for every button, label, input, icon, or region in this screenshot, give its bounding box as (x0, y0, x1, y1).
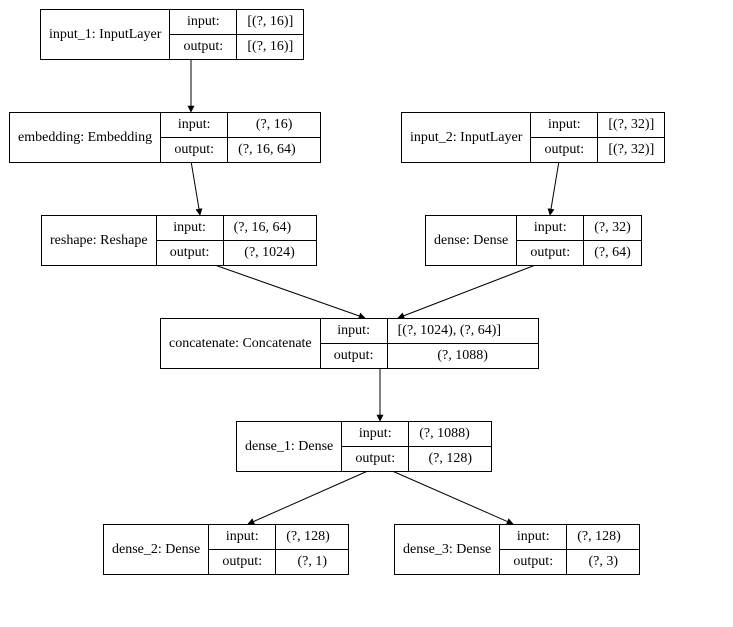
io-label-output: output: (157, 241, 224, 265)
io-value-input: [(?, 1024), (?, 64)] (388, 319, 511, 343)
node-title: dense_3: Dense (395, 525, 500, 574)
io-label-input: input: (321, 319, 388, 343)
io-value-input: [(?, 32)] (598, 113, 664, 137)
io-label-input: input: (342, 422, 409, 446)
io-label-input: input: (157, 216, 224, 240)
io-value-output: (?, 3) (567, 550, 639, 574)
io-value-output: (?, 1) (276, 550, 348, 574)
node-title: input_2: InputLayer (402, 113, 531, 162)
node-reshape: reshape: Reshape input: (?, 16, 64) outp… (41, 215, 317, 266)
io-value-input: (?, 16, 64) (224, 216, 302, 240)
io-label-input: input: (500, 525, 567, 549)
io-value-output: (?, 16, 64) (228, 138, 306, 162)
io-label-input: input: (161, 113, 228, 137)
io-value-input: (?, 32) (584, 216, 641, 240)
node-concatenate: concatenate: Concatenate input: [(?, 102… (160, 318, 539, 369)
io-label-output: output: (321, 344, 388, 368)
io-value-output: (?, 1024) (224, 241, 316, 265)
node-title: concatenate: Concatenate (161, 319, 321, 368)
io-value-input: (?, 1088) (409, 422, 480, 446)
io-value-input: [(?, 16)] (237, 10, 303, 34)
io-label-input: input: (517, 216, 584, 240)
io-label-input: input: (170, 10, 237, 34)
node-title: reshape: Reshape (42, 216, 157, 265)
io-value-output: (?, 1088) (388, 344, 538, 368)
node-dense-2: dense_2: Dense input: (?, 128) output: (… (103, 524, 349, 575)
node-embedding: embedding: Embedding input: (?, 16) outp… (9, 112, 321, 163)
node-dense-3: dense_3: Dense input: (?, 128) output: (… (394, 524, 640, 575)
node-dense: dense: Dense input: (?, 32) output: (?, … (425, 215, 642, 266)
node-title: input_1: InputLayer (41, 10, 170, 59)
node-title: dense: Dense (426, 216, 517, 265)
node-dense-1: dense_1: Dense input: (?, 1088) output: … (236, 421, 492, 472)
io-label-output: output: (517, 241, 584, 265)
io-label-input: input: (531, 113, 598, 137)
io-label-output: output: (342, 447, 409, 471)
node-input-1: input_1: InputLayer input: [(?, 16)] out… (40, 9, 304, 60)
io-value-output: [(?, 32)] (598, 138, 664, 162)
io-value-input: (?, 128) (567, 525, 631, 549)
io-value-output: [(?, 16)] (237, 35, 303, 59)
io-label-output: output: (209, 550, 276, 574)
io-label-input: input: (209, 525, 276, 549)
io-value-input: (?, 16) (228, 113, 320, 137)
io-value-output: (?, 64) (584, 241, 641, 265)
io-value-input: (?, 128) (276, 525, 340, 549)
node-title: dense_2: Dense (104, 525, 209, 574)
io-value-output: (?, 128) (409, 447, 491, 471)
io-label-output: output: (161, 138, 228, 162)
io-label-output: output: (500, 550, 567, 574)
io-label-output: output: (531, 138, 598, 162)
node-title: dense_1: Dense (237, 422, 342, 471)
node-title: embedding: Embedding (10, 113, 161, 162)
io-label-output: output: (170, 35, 237, 59)
node-input-2: input_2: InputLayer input: [(?, 32)] out… (401, 112, 665, 163)
